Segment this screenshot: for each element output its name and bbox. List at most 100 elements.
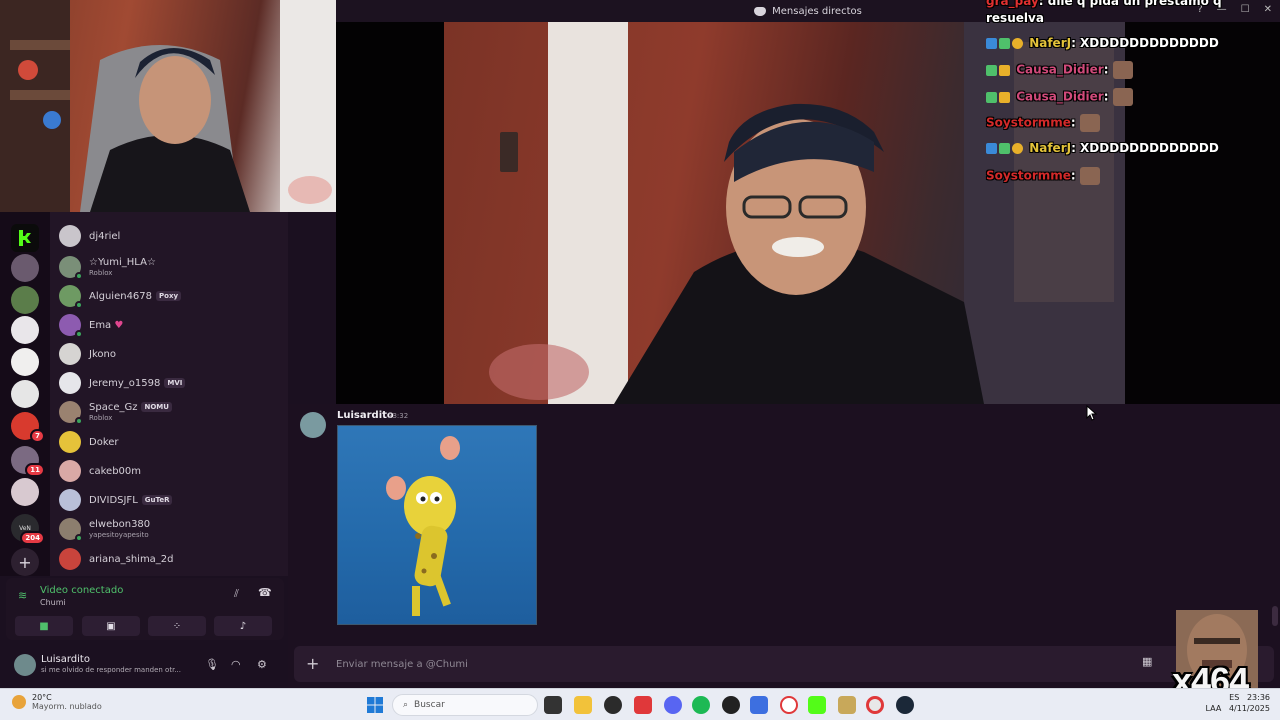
app-icon[interactable]	[838, 696, 856, 714]
avatar	[59, 518, 83, 542]
message-input[interactable]	[336, 654, 1116, 674]
chat-badge-icon	[986, 64, 997, 76]
notification-badge: 11	[25, 463, 45, 477]
server-rail: 7 11 VeN 204 +	[0, 212, 50, 576]
weather-widget[interactable]: 20°C Mayorm. nublado	[12, 693, 102, 711]
add-attachment-icon[interactable]: +	[306, 654, 319, 673]
chat-badge-icon	[1012, 143, 1023, 154]
spotify-icon[interactable]	[692, 696, 710, 714]
video-letterbox	[1125, 22, 1280, 404]
app-icon[interactable]	[722, 696, 740, 714]
disconnect-icon[interactable]: ☎	[258, 586, 272, 599]
heart-icon: ♥	[114, 319, 124, 331]
guild-tag: NOMU	[141, 402, 172, 412]
message-author[interactable]: Luisardito	[337, 410, 394, 421]
list-item[interactable]: elwebon380 yapesitoyapesito	[59, 516, 150, 542]
user-panel: Luisardito si me olvido de responder man…	[0, 646, 288, 688]
kick-server-icon[interactable]	[11, 224, 39, 252]
list-item[interactable]: Doker	[59, 429, 119, 455]
server-icon[interactable]	[11, 380, 39, 408]
settings-gear-icon[interactable]: ⚙	[257, 658, 267, 671]
discord-icon	[754, 6, 767, 16]
avatar	[59, 372, 81, 394]
soundboard-icon: ♪	[239, 620, 247, 632]
discord-taskbar-icon[interactable]	[664, 696, 682, 714]
guild-tag: GuTeR	[141, 494, 173, 505]
list-item[interactable]: ☆Yumi_HLA☆ Roblox	[59, 254, 156, 280]
list-item[interactable]: Alguien4678 Poxy	[59, 283, 182, 309]
avatar[interactable]	[300, 412, 326, 438]
maximize-icon[interactable]: ☐	[1241, 4, 1250, 15]
noise-suppression-icon[interactable]: ⫽	[234, 587, 239, 601]
chat-badge-icon	[999, 64, 1010, 76]
headphones-icon[interactable]: ◠	[231, 658, 241, 671]
server-icon[interactable]	[11, 316, 39, 344]
voice-connection-panel: ≋ Video conectado Chumi ⫽ ☎ ■ ▣ ⁘ ♪	[6, 578, 284, 640]
list-item[interactable]: cakeb00m	[59, 458, 141, 484]
avatar	[59, 225, 81, 247]
voice-channel[interactable]: Chumi	[40, 598, 66, 607]
server-icon[interactable]: 11	[11, 446, 45, 477]
chat-badge-icon	[999, 38, 1010, 49]
message-composer: + ▦	[294, 646, 1274, 682]
soundboard-button[interactable]: ♪	[214, 616, 272, 636]
microphone-icon[interactable]: 🎙	[205, 658, 219, 671]
video-letterbox	[336, 22, 444, 404]
avatar	[59, 314, 83, 338]
voice-status: Video conectado	[40, 585, 124, 596]
camera-button[interactable]: ■	[15, 616, 73, 636]
gift-icon[interactable]: ▦	[1142, 655, 1152, 668]
avatar	[59, 431, 81, 453]
app-icon[interactable]	[750, 696, 768, 714]
list-item[interactable]: dj4riel	[59, 223, 120, 249]
activities-button[interactable]: ⁘	[148, 616, 206, 636]
list-item[interactable]: Space_Gz NOMU Roblox	[59, 399, 172, 425]
add-server-icon[interactable]: +	[11, 548, 39, 576]
kick-icon[interactable]	[808, 696, 826, 714]
server-icon[interactable]	[11, 478, 39, 506]
server-icon[interactable]	[11, 254, 39, 282]
avatar	[59, 285, 83, 309]
task-view-icon[interactable]	[544, 696, 562, 714]
server-folder-icon[interactable]: VeN 204	[11, 514, 45, 545]
member-list: dj4riel ☆Yumi_HLA☆ Roblox Alguien4678 Poxy…	[50, 212, 288, 576]
avatar	[59, 256, 83, 280]
app-icon[interactable]	[634, 696, 652, 714]
list-item[interactable]: Jkono	[59, 341, 116, 367]
close-icon[interactable]: ✕	[1264, 4, 1272, 15]
opera-icon[interactable]	[780, 696, 798, 714]
search-icon: ⌕	[403, 700, 409, 710]
message-timestamp: 23:32	[388, 412, 409, 420]
windows-taskbar: 20°C Mayorm. nublado ⌕ Buscar ES 23:36 L…	[0, 688, 1280, 720]
start-icon[interactable]	[366, 696, 384, 714]
chat-scrollbar[interactable]	[1272, 606, 1278, 626]
user-name[interactable]: Luisardito	[41, 654, 90, 665]
emote-icon	[1079, 167, 1100, 185]
app-icon[interactable]	[604, 696, 622, 714]
list-item[interactable]: Jeremy_o1598 MVI	[59, 370, 186, 396]
steam-icon[interactable]	[896, 696, 914, 714]
weather-icon	[12, 695, 26, 709]
server-icon[interactable]: 7	[11, 412, 45, 443]
system-tray[interactable]: ES 23:36 LAA 4/11/2025	[1206, 692, 1270, 714]
emote-icon	[1079, 114, 1100, 132]
avatar[interactable]	[14, 654, 36, 676]
taskbar-search[interactable]: ⌕ Buscar	[392, 694, 538, 716]
chat-badge-icon	[999, 91, 1010, 103]
list-item[interactable]: DIVIDSJFL GuTeR	[59, 487, 173, 513]
chrome-icon[interactable]	[866, 696, 884, 714]
screen-share-button[interactable]: ▣	[82, 616, 140, 636]
notification-badge: 7	[30, 429, 45, 443]
list-item[interactable]: Ema ♥	[59, 312, 123, 338]
screen-share-icon: ▣	[106, 620, 116, 632]
signal-icon[interactable]: ≋	[18, 589, 27, 602]
file-explorer-icon[interactable]	[574, 696, 592, 714]
server-icon[interactable]	[11, 348, 39, 376]
message-image-attachment[interactable]	[337, 425, 537, 625]
user-custom-status[interactable]: si me olvido de responder manden otr...	[41, 666, 181, 674]
emote-icon	[1112, 61, 1133, 79]
server-icon[interactable]	[11, 286, 39, 314]
avatar	[59, 489, 81, 511]
list-item[interactable]: ariana_shima_2d	[59, 546, 174, 572]
streamer-webcam	[0, 0, 336, 212]
